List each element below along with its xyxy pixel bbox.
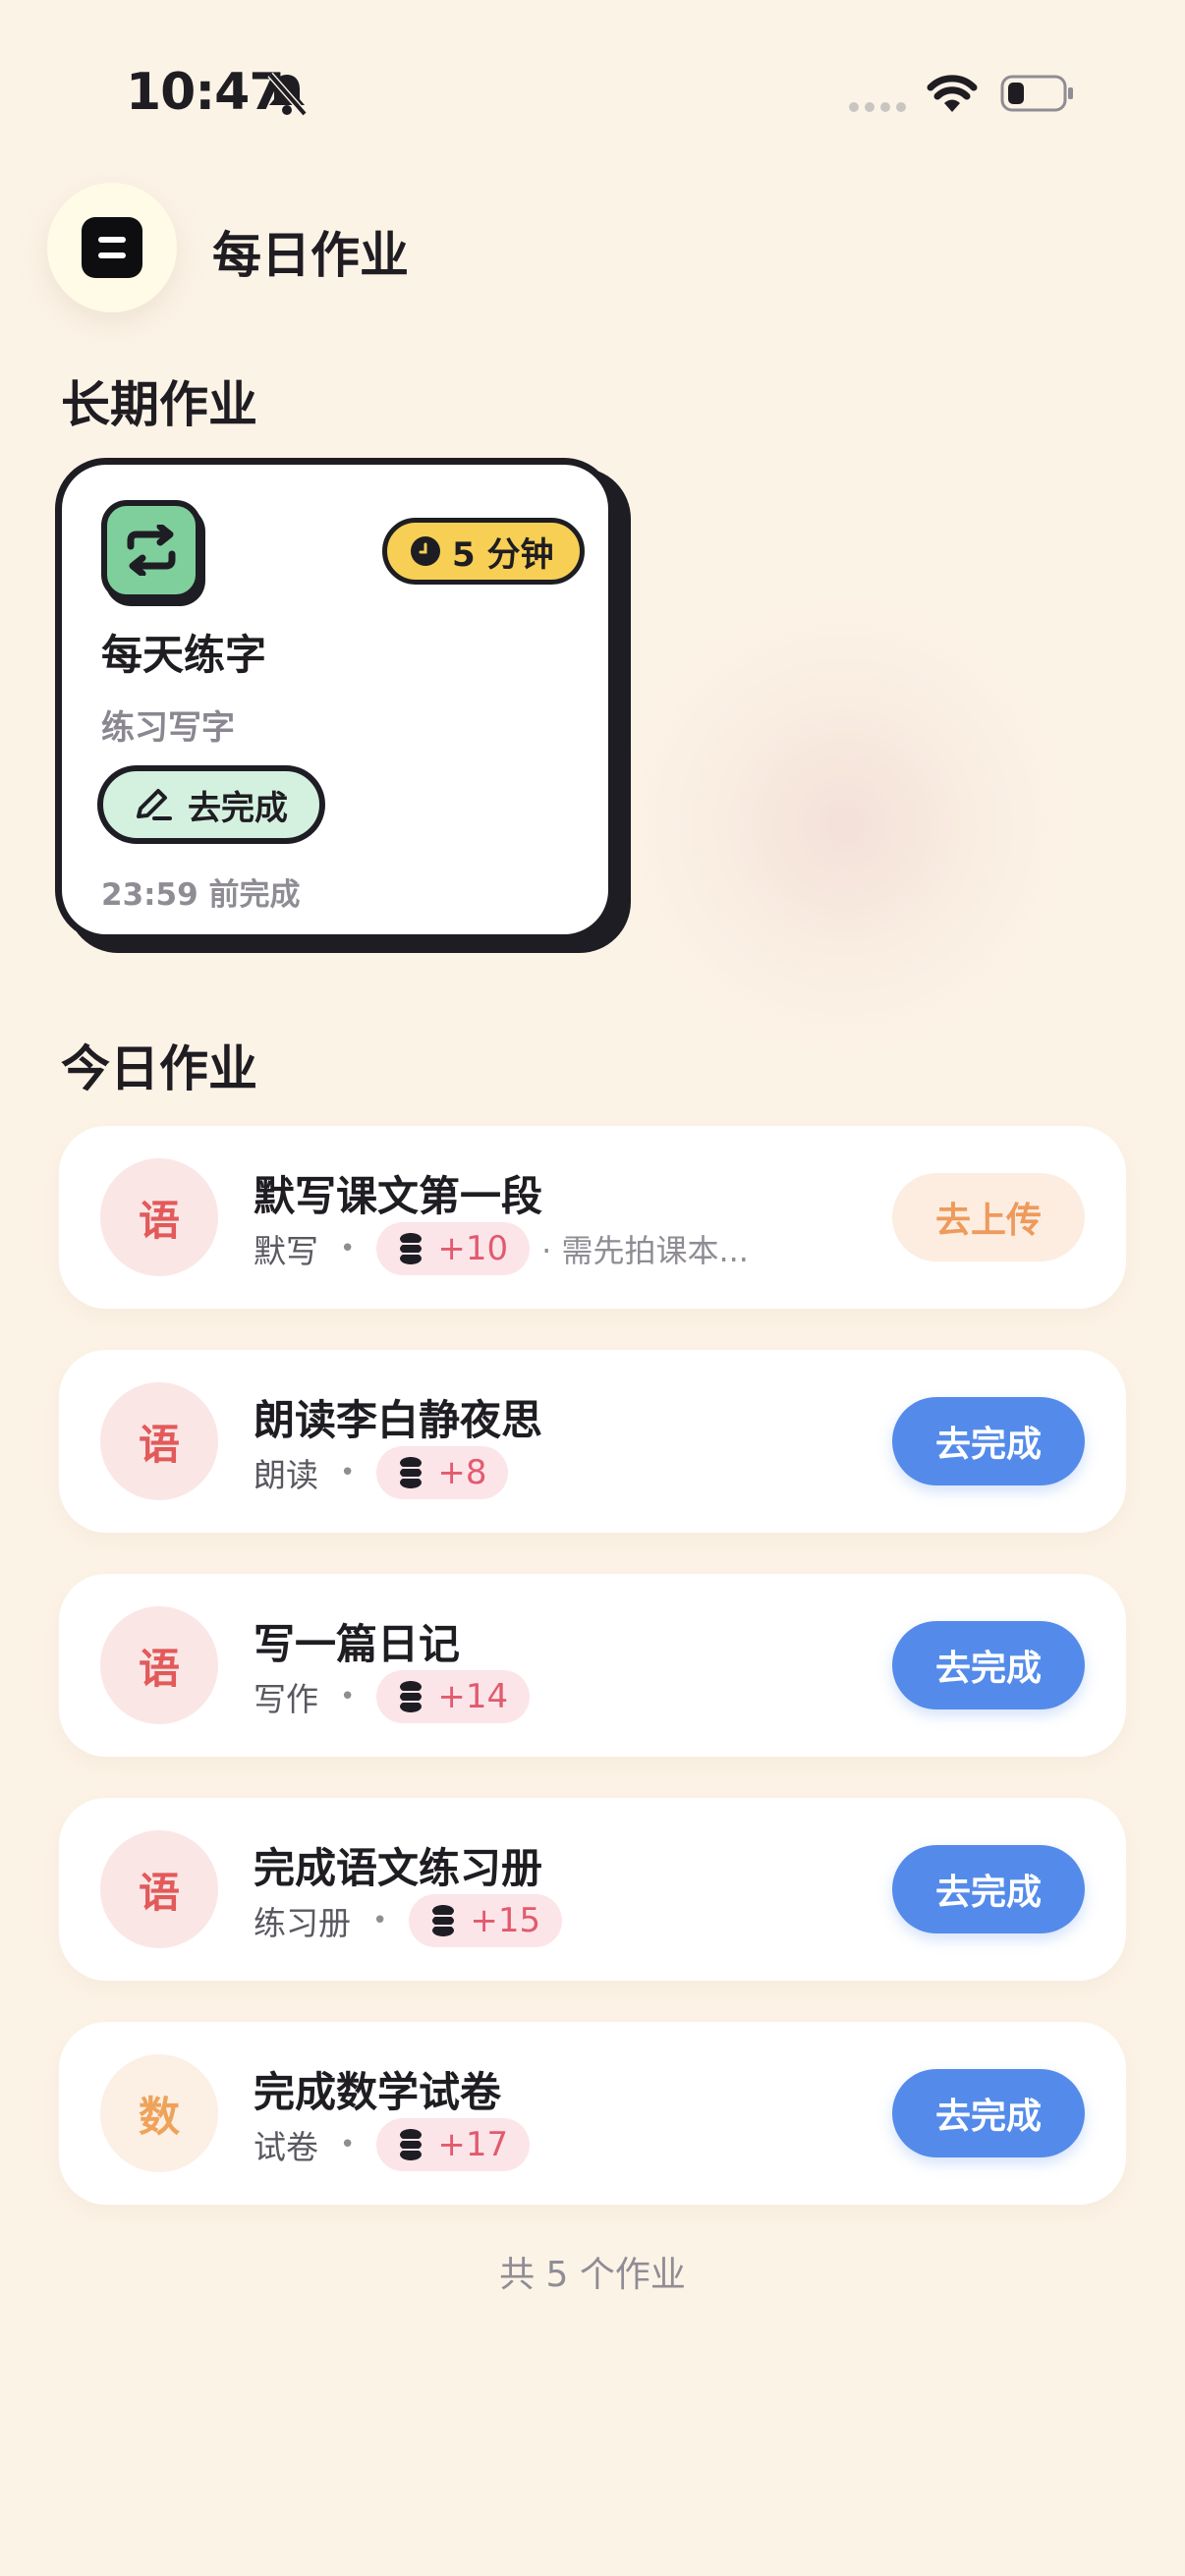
task-meta: 朗读 • +8	[254, 1446, 509, 1499]
coin-stack-icon	[400, 1681, 423, 1712]
battery-icon	[1000, 75, 1073, 112]
bell-slash-icon	[267, 72, 308, 117]
duration-text: 5 分钟	[452, 534, 554, 575]
coin-stack-icon	[400, 1233, 423, 1264]
task-title: 朗读李白静夜思	[254, 1396, 543, 1444]
reward-badge: +15	[409, 1894, 563, 1947]
long-term-complete-button[interactable]: 去完成	[97, 765, 325, 844]
reward-badge: +17	[376, 2118, 531, 2171]
page-title: 每日作业	[212, 227, 409, 284]
separator-dot: •	[340, 1234, 356, 1263]
reward-badge: +8	[376, 1446, 509, 1499]
subject-badge-chinese: 语	[100, 1382, 218, 1500]
menu-button[interactable]	[47, 183, 177, 312]
subject-badge-math: 数	[100, 2054, 218, 2172]
background-glow	[609, 589, 1081, 1061]
task-card[interactable]: 数 完成数学试卷 试卷 • +17 去完成	[59, 2022, 1126, 2205]
coin-stack-icon	[400, 1457, 423, 1488]
complete-button[interactable]: 去完成	[892, 1621, 1085, 1709]
task-type: 朗读	[254, 1456, 318, 1494]
task-title: 写一篇日记	[254, 1620, 461, 1668]
duration-badge: 5 分钟	[382, 518, 585, 585]
task-title: 完成数学试卷	[254, 2068, 502, 2116]
task-title: 默写课文第一段	[254, 1172, 543, 1220]
upload-button[interactable]: 去上传	[892, 1173, 1085, 1261]
separator-dot: •	[340, 1458, 356, 1487]
long-term-card[interactable]: 5 分钟 每天练字 练习写字 去完成 23:59 前完成	[55, 458, 615, 941]
task-type: 默写	[254, 1232, 318, 1270]
separator-dot: •	[372, 1906, 388, 1935]
reward-text: +14	[437, 1677, 509, 1716]
clock-icon	[411, 536, 440, 566]
task-note: · 需先拍课本...	[541, 1232, 749, 1269]
task-type: 练习册	[254, 1904, 351, 1942]
separator-dot: •	[340, 2130, 356, 2159]
long-term-complete-label: 去完成	[188, 788, 288, 828]
repeat-icon	[101, 500, 201, 600]
reward-text: +8	[437, 1453, 487, 1492]
status-time: 10:47	[126, 63, 285, 122]
long-term-deadline: 23:59 前完成	[101, 877, 301, 913]
today-section-title: 今日作业	[61, 1040, 257, 1097]
reward-text: +17	[437, 2125, 509, 2164]
separator-dot: •	[340, 1682, 356, 1711]
wifi-icon	[927, 75, 978, 112]
task-card[interactable]: 语 写一篇日记 写作 • +14 去完成	[59, 1574, 1126, 1757]
subject-badge-chinese: 语	[100, 1606, 218, 1724]
coin-stack-icon	[432, 1905, 455, 1936]
task-title: 完成语文练习册	[254, 1844, 543, 1892]
task-meta: 默写 • +10 · 需先拍课本...	[254, 1222, 749, 1275]
reward-badge: +14	[376, 1670, 531, 1723]
task-type: 写作	[254, 1680, 318, 1718]
pencil-icon	[137, 789, 172, 820]
long-term-task-subtitle: 练习写字	[101, 708, 235, 748]
subject-badge-chinese: 语	[100, 1830, 218, 1948]
task-meta: 写作 • +14	[254, 1670, 531, 1723]
subject-badge-chinese: 语	[100, 1158, 218, 1276]
long-term-task-title: 每天练字	[101, 631, 267, 679]
task-total-count: 共 5 个作业	[499, 2255, 686, 2295]
task-meta: 练习册 • +15	[254, 1894, 563, 1947]
reward-text: +10	[437, 1229, 509, 1268]
task-card[interactable]: 语 朗读李白静夜思 朗读 • +8 去完成	[59, 1350, 1126, 1533]
complete-button[interactable]: 去完成	[892, 1397, 1085, 1485]
menu-icon	[82, 217, 142, 278]
task-card[interactable]: 语 完成语文练习册 练习册 • +15 去完成	[59, 1798, 1126, 1981]
complete-button[interactable]: 去完成	[892, 2069, 1085, 2157]
coin-stack-icon	[400, 2129, 423, 2160]
reward-text: +15	[470, 1901, 541, 1940]
signal-icon	[849, 102, 906, 112]
reward-badge: +10	[376, 1222, 531, 1275]
long-term-section-title: 长期作业	[61, 376, 257, 433]
complete-button[interactable]: 去完成	[892, 1845, 1085, 1933]
task-type: 试卷	[254, 2128, 318, 2166]
task-meta: 试卷 • +17	[254, 2118, 531, 2171]
task-card[interactable]: 语 默写课文第一段 默写 • +10 · 需先拍课本... 去上传	[59, 1126, 1126, 1309]
